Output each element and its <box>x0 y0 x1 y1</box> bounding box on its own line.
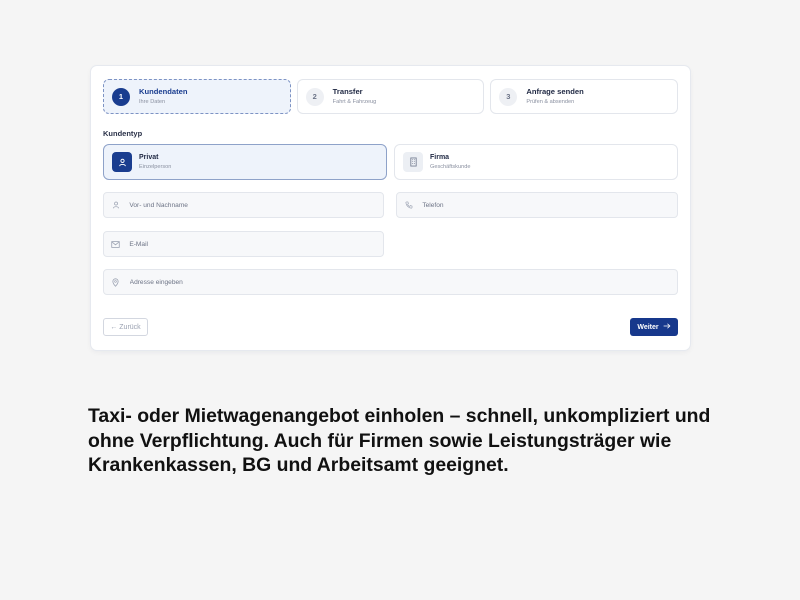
next-button[interactable]: Weiter <box>630 318 678 336</box>
step-title: Kundendaten <box>139 86 188 96</box>
back-button[interactable]: ← Zurück <box>103 318 148 336</box>
step-transfer[interactable]: 2 Transfer Fahrt & Fahrzeug <box>296 79 485 114</box>
person-icon <box>112 152 132 172</box>
promo-caption: Taxi- oder Mietwagenangebot einholen – s… <box>88 405 711 477</box>
step-number: 1 <box>112 87 130 106</box>
customer-type-selector: Privat Einzelperson Firma Geschäftskunde <box>103 144 678 180</box>
email-input[interactable] <box>129 240 383 248</box>
person-icon <box>111 200 120 210</box>
customer-type-title: Firma <box>430 153 450 161</box>
customer-type-label: Kundentyp <box>103 129 143 138</box>
step-anfrage-senden[interactable]: 3 Anfrage senden Prüfen & absenden <box>490 79 679 114</box>
location-pin-icon <box>111 277 121 287</box>
stepper: 1 Kundendaten Ihre Daten 2 Transfer Fahr… <box>103 79 679 114</box>
address-field[interactable] <box>103 269 678 295</box>
email-field[interactable] <box>103 231 384 257</box>
customer-type-subtitle: Geschäftskunde <box>430 163 471 170</box>
phone-icon <box>404 200 413 210</box>
mail-icon <box>111 239 120 249</box>
step-kundendaten[interactable]: 1 Kundendaten Ihre Daten <box>103 79 291 114</box>
arrow-right-icon <box>663 323 671 331</box>
name-field[interactable] <box>103 192 384 218</box>
next-button-label: Weiter <box>637 323 659 331</box>
phone-input[interactable] <box>422 201 677 209</box>
step-number: 2 <box>305 87 324 106</box>
step-subtitle: Ihre Daten <box>139 98 166 105</box>
name-input[interactable] <box>129 201 383 209</box>
building-icon <box>403 152 423 172</box>
step-subtitle: Fahrt & Fahrzeug <box>332 98 377 105</box>
customer-type-title: Privat <box>139 153 159 161</box>
booking-form-card: 1 Kundendaten Ihre Daten 2 Transfer Fahr… <box>91 66 690 350</box>
customer-type-subtitle: Einzelperson <box>139 163 172 170</box>
step-number: 3 <box>499 87 518 106</box>
phone-field[interactable] <box>396 192 678 218</box>
step-title: Anfrage senden <box>526 86 584 96</box>
step-subtitle: Prüfen & absenden <box>526 98 575 105</box>
customer-type-privat[interactable]: Privat Einzelperson <box>103 144 387 180</box>
address-input[interactable] <box>129 278 677 286</box>
step-title: Transfer <box>332 86 363 96</box>
customer-type-firma[interactable]: Firma Geschäftskunde <box>394 144 678 180</box>
